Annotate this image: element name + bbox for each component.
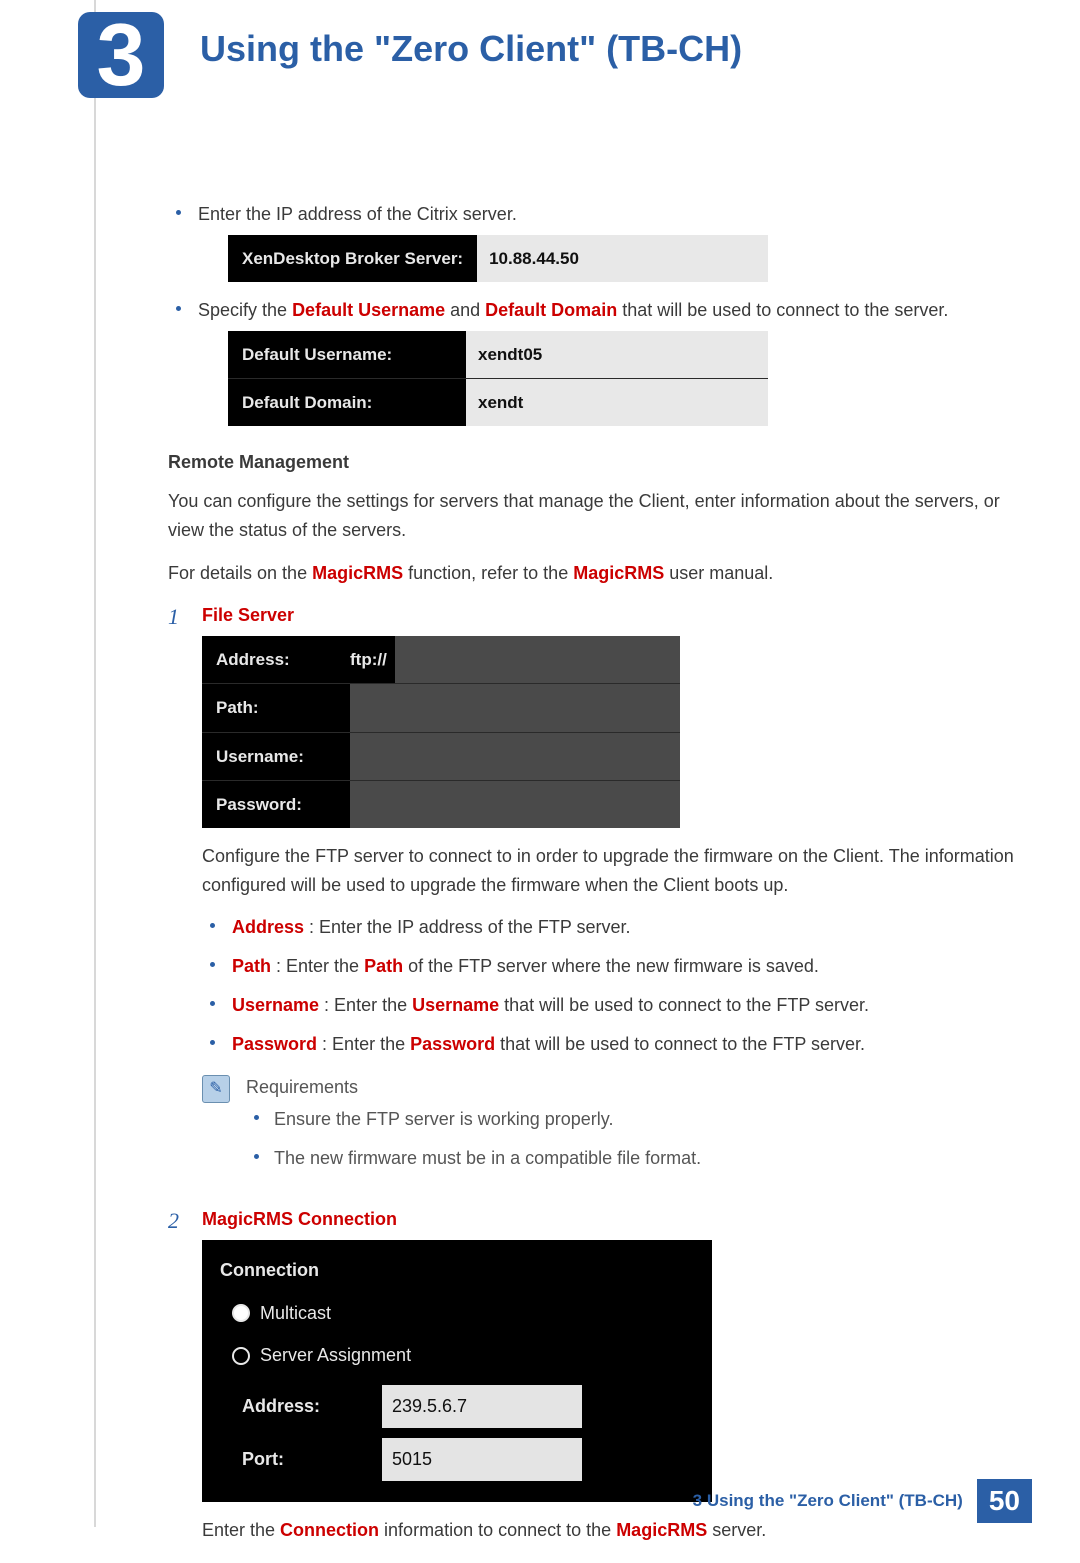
fs-username-value: [350, 733, 680, 780]
conn-address-value: 239.5.6.7: [382, 1385, 582, 1428]
fs-password-value: [350, 781, 680, 828]
conn-port-value: 5015: [382, 1438, 582, 1481]
radio-icon-selected: [232, 1304, 250, 1322]
screenshot-broker: XenDesktop Broker Server: 10.88.44.50: [228, 235, 768, 282]
text: : Enter the: [317, 1034, 410, 1054]
remote-para-2: For details on the MagicRMS function, re…: [168, 559, 1020, 588]
chapter-badge: 3: [78, 12, 164, 98]
hl-default-username: Default Username: [292, 300, 445, 320]
text: that will be used to connect to the serv…: [617, 300, 948, 320]
default-domain-label: Default Domain:: [228, 379, 466, 426]
fs-address-value: [395, 636, 680, 683]
page-header: 3 Using the "Zero Client" (TB-CH): [0, 0, 1080, 100]
broker-value: 10.88.44.50: [477, 235, 768, 282]
note-requirements: ✎ Requirements Ensure the FTP server is …: [202, 1073, 1020, 1187]
bullet-defaults: Specify the Default Username and Default…: [168, 296, 1020, 426]
text: and: [445, 300, 485, 320]
text: For details on the: [168, 563, 312, 583]
step-file-server: File Server Address: ftp:// Path:: [168, 601, 1020, 1187]
note-item-1: Ensure the FTP server is working properl…: [246, 1105, 1020, 1134]
page-footer: 3 Using the "Zero Client" (TB-CH) 50: [693, 1479, 1032, 1523]
default-username-label: Default Username:: [228, 331, 466, 378]
fs-sub-password: Password : Enter the Password that will …: [202, 1030, 1020, 1059]
fs-username-label: Username:: [202, 733, 350, 780]
footer-page-number: 50: [977, 1479, 1032, 1523]
hl-magicrms-3: MagicRMS: [616, 1520, 707, 1540]
screenshot-file-server: Address: ftp:// Path: Username:: [202, 636, 680, 828]
hl: Path: [364, 956, 403, 976]
screenshot-connection: Connection Multicast Server Assignment A…: [202, 1240, 712, 1502]
conn-address-label: Address:: [242, 1392, 382, 1421]
default-domain-value: xendt: [466, 379, 768, 426]
text: that will be used to connect to the FTP …: [499, 995, 869, 1015]
text: information to connect to the: [379, 1520, 616, 1540]
text: of the FTP server where the new firmware…: [403, 956, 819, 976]
heading-remote-management: Remote Management: [168, 448, 1020, 477]
radio-icon-unselected: [232, 1347, 250, 1365]
bullet-citrix-ip: Enter the IP address of the Citrix serve…: [168, 200, 1020, 282]
hl: Password: [410, 1034, 495, 1054]
fs-path-label: Path:: [202, 684, 350, 731]
text: user manual.: [664, 563, 773, 583]
fs-path-value: [350, 684, 680, 731]
hl: Username: [232, 995, 319, 1015]
radio-label: Server Assignment: [260, 1341, 411, 1370]
text: Enter the: [202, 1520, 280, 1540]
radio-label: Multicast: [260, 1299, 331, 1328]
note-title: Requirements: [246, 1073, 1020, 1102]
text: Specify the: [198, 300, 292, 320]
conn-heading: Connection: [202, 1252, 712, 1295]
hl-magicrms-2: MagicRMS: [573, 563, 664, 583]
left-rule: [94, 0, 96, 1527]
top-bullets: Enter the IP address of the Citrix serve…: [168, 200, 1020, 426]
bullet-text: Enter the IP address of the Citrix serve…: [198, 204, 517, 224]
conn-radio-multicast: Multicast: [202, 1295, 712, 1338]
hl-magicrms-1: MagicRMS: [312, 563, 403, 583]
fs-sub-address: Address : Enter the IP address of the FT…: [202, 913, 1020, 942]
fs-sublist: Address : Enter the IP address of the FT…: [202, 913, 1020, 1058]
text: : Enter the IP address of the FTP server…: [304, 917, 631, 937]
hl-connection: Connection: [280, 1520, 379, 1540]
steps-list: File Server Address: ftp:// Path:: [168, 601, 1020, 1544]
hl: Path: [232, 956, 271, 976]
fs-address-label: Address:: [202, 636, 350, 683]
text: function, refer to the: [403, 563, 573, 583]
fs-sub-path: Path : Enter the Path of the FTP server …: [202, 952, 1020, 981]
note-item-2: The new firmware must be in a compatible…: [246, 1144, 1020, 1173]
text: that will be used to connect to the FTP …: [495, 1034, 865, 1054]
step-title-magicrms: MagicRMS Connection: [202, 1205, 1020, 1234]
text: server.: [707, 1520, 766, 1540]
conn-port-label: Port:: [242, 1445, 382, 1474]
main-content: Enter the IP address of the Citrix serve…: [168, 100, 1020, 1545]
hl: Address: [232, 917, 304, 937]
default-username-value: xendt05: [466, 331, 768, 378]
hl: Username: [412, 995, 499, 1015]
fs-para: Configure the FTP server to connect to i…: [202, 842, 1020, 900]
conn-radio-server-assignment: Server Assignment: [202, 1337, 712, 1380]
step-title-file-server: File Server: [202, 601, 1020, 630]
fs-password-label: Password:: [202, 781, 350, 828]
broker-label: XenDesktop Broker Server:: [228, 235, 477, 282]
text: : Enter the: [271, 956, 364, 976]
fs-sub-username: Username : Enter the Username that will …: [202, 991, 1020, 1020]
note-icon: ✎: [202, 1075, 230, 1103]
page-title: Using the "Zero Client" (TB-CH): [200, 28, 742, 70]
remote-para-1: You can configure the settings for serve…: [168, 487, 1020, 545]
hl: Password: [232, 1034, 317, 1054]
screenshot-defaults: Default Username: xendt05 Default Domain…: [228, 331, 768, 426]
fs-address-prefix: ftp://: [350, 636, 395, 683]
text: : Enter the: [319, 995, 412, 1015]
footer-text: 3 Using the "Zero Client" (TB-CH): [693, 1491, 963, 1511]
hl-default-domain: Default Domain: [485, 300, 617, 320]
